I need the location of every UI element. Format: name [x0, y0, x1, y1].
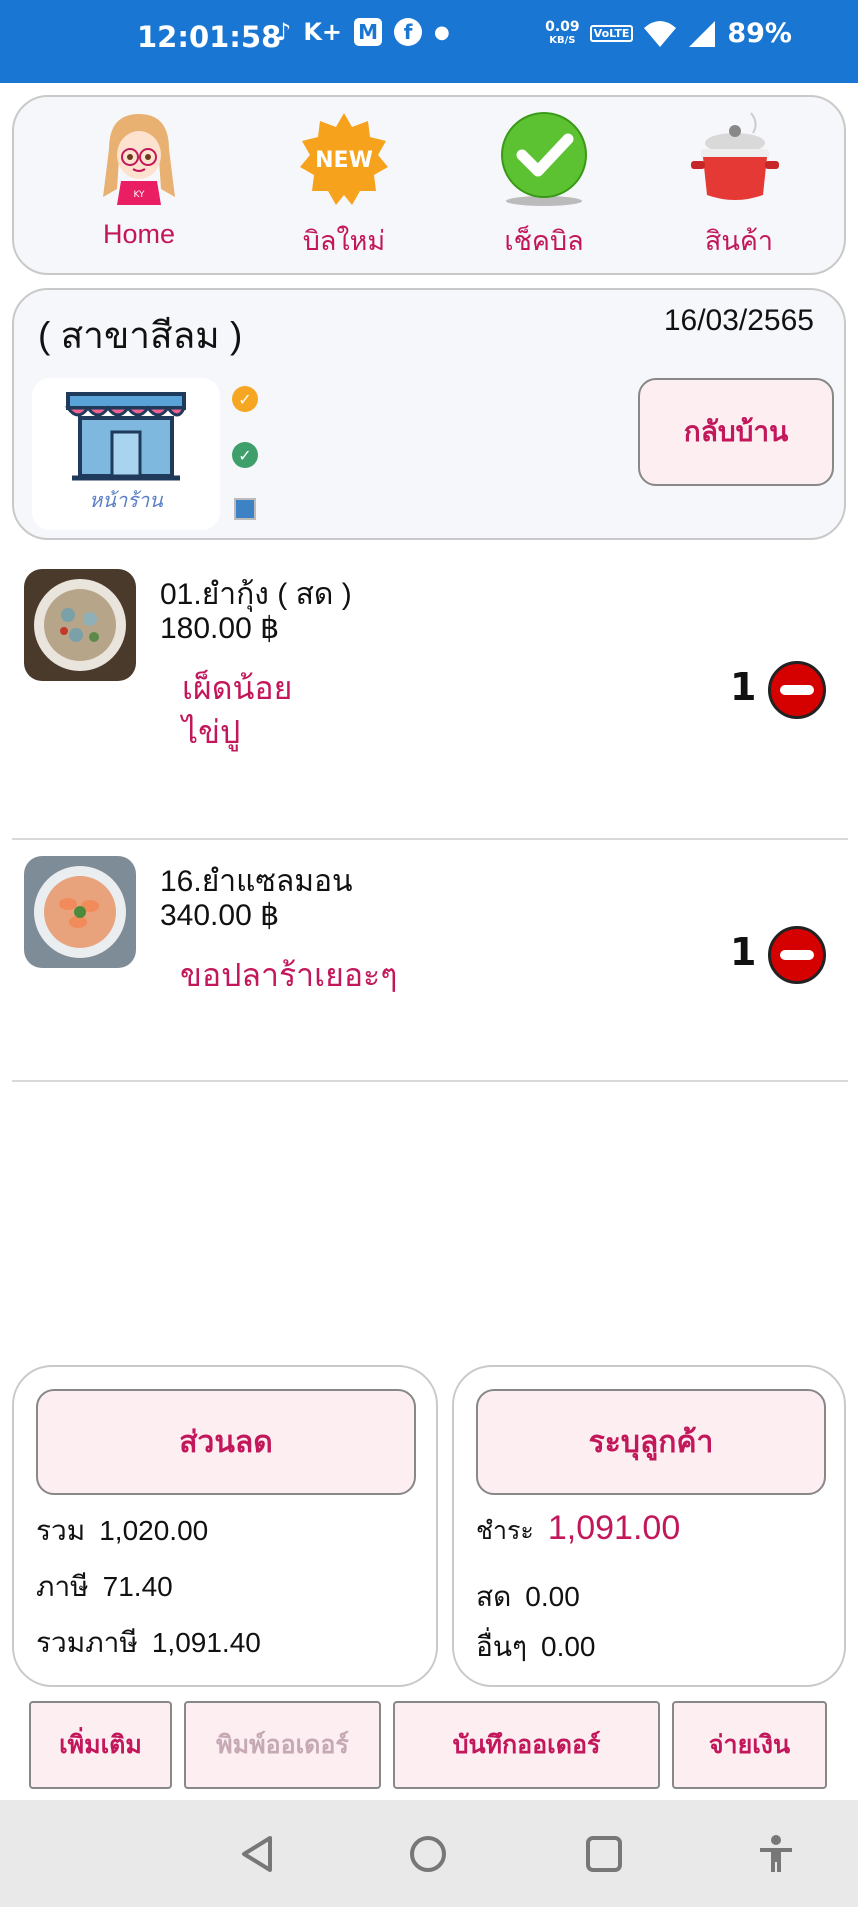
order-date: 16/03/2565 [663, 304, 814, 337]
green-check-icon [501, 112, 587, 206]
print-order-button[interactable]: พิมพ์ออเดอร์ [184, 1701, 381, 1789]
home-icon[interactable] [408, 1834, 448, 1874]
save-order-button[interactable]: บันทึกออเดอร์ [393, 1701, 660, 1789]
other-payment-row: อื่นๆ 0.00 [476, 1631, 596, 1662]
status-orange-check-icon: ✓ [232, 386, 258, 412]
food-thumbnail [24, 856, 136, 968]
status-blue-square-icon [234, 498, 256, 520]
girl-avatar-icon: KY [103, 114, 175, 205]
nav-label: สินค้า [704, 226, 774, 256]
subtotal-row: รวม 1,020.00 [36, 1515, 209, 1546]
network-speed: 0.09 KB/S [545, 18, 580, 46]
nav-label: เช็คบิล [504, 226, 584, 256]
order-item[interactable]: 01.ยำกุ้ง ( สด ) 180.00 ฿ เผ็ดน้อย ไข่ปู… [12, 555, 848, 840]
item-quantity: 1 [730, 665, 757, 709]
new-badge-icon: NEW [300, 113, 388, 205]
order-item[interactable]: 16.ยำแซลมอน 340.00 ฿ ขอปลาร้าเยอะๆ 1 [12, 842, 848, 1082]
discount-button[interactable]: ส่วนลด [36, 1389, 416, 1495]
minus-icon [780, 950, 814, 960]
accessibility-icon[interactable] [756, 1834, 796, 1874]
food-thumbnail [24, 569, 136, 681]
signal-icon [689, 20, 716, 47]
svg-text:NEW: NEW [315, 148, 373, 173]
cash-row: สด 0.00 [476, 1581, 580, 1612]
amount-due-row: ชำระ 1,091.00 [476, 1509, 681, 1547]
nav-check-bill[interactable]: เช็คบิล [449, 97, 639, 277]
k-plus-icon: K+ [303, 18, 343, 46]
nav-products[interactable]: สินค้า [644, 97, 834, 277]
more-button[interactable]: เพิ่มเติม [29, 1701, 172, 1789]
customer-button[interactable]: ระบุลูกค้า [476, 1389, 826, 1495]
notification-icons: ♪ K+ M f ● [276, 18, 450, 46]
remove-item-button[interactable] [768, 661, 826, 719]
facebook-icon: f [394, 18, 423, 46]
shop-front-tile[interactable]: หน้าร้าน [32, 378, 220, 530]
top-nav: KY Home NEW บิลใหม่ เช็คบิล สินค้า [12, 95, 846, 275]
wifi-icon [644, 20, 677, 47]
go-home-button[interactable]: กลับบ้าน [638, 378, 834, 486]
item-price: 180.00 ฿ [160, 612, 280, 645]
clock: 12:01:58 [137, 20, 282, 54]
nav-label: บิลใหม่ [302, 226, 386, 256]
item-quantity: 1 [730, 930, 757, 974]
totals-card: ส่วนลด รวม 1,020.00 ภาษี 71.40 รวมภาษี 1,09… [12, 1365, 438, 1687]
shop-front-label: หน้าร้าน [89, 490, 163, 512]
volte-icon: VoLTE [589, 25, 634, 42]
system-nav-bar [0, 1800, 858, 1907]
tax-row: ภาษี 71.40 [36, 1571, 173, 1602]
dot-icon: ● [434, 21, 450, 43]
gmail-icon: M [354, 18, 383, 46]
status-green-check-icon: ✓ [232, 442, 258, 468]
back-icon[interactable] [238, 1834, 276, 1874]
payment-card: ระบุลูกค้า ชำระ 1,091.00 สด 0.00 อื่นๆ 0.00 [452, 1365, 846, 1687]
status-bar: 12:01:58 ♪ K+ M f ● 0.09 KB/S VoLTE 89% [0, 0, 858, 83]
remove-item-button[interactable] [768, 926, 826, 984]
nav-new-bill[interactable]: NEW บิลใหม่ [249, 97, 439, 277]
item-price: 340.00 ฿ [160, 899, 280, 932]
branch-card: ( สาขาสีลม ) 16/03/2565 หน้าร้าน ✓ ✓ กลั… [12, 288, 846, 540]
pay-button[interactable]: จ่ายเงิน [672, 1701, 827, 1789]
item-note: ไข่ปู [182, 714, 241, 750]
shop-front-icon [65, 392, 187, 481]
recents-icon[interactable] [584, 1834, 624, 1874]
battery-level: 89% [727, 18, 792, 49]
nav-label: Home [102, 219, 176, 249]
item-note: ขอปลาร้าเยอะๆ [180, 957, 398, 993]
nav-home[interactable]: KY Home [44, 97, 234, 277]
cooking-pot-icon [691, 112, 779, 200]
total-with-tax-row: รวมภาษี 1,091.40 [36, 1627, 261, 1658]
minus-icon [780, 685, 814, 695]
svg-text:KY: KY [133, 190, 145, 200]
tiktok-icon: ♪ [276, 18, 292, 46]
branch-name: ( สาขาสีลม ) [38, 315, 243, 356]
system-icons: 0.09 KB/S VoLTE 89% [545, 18, 792, 49]
